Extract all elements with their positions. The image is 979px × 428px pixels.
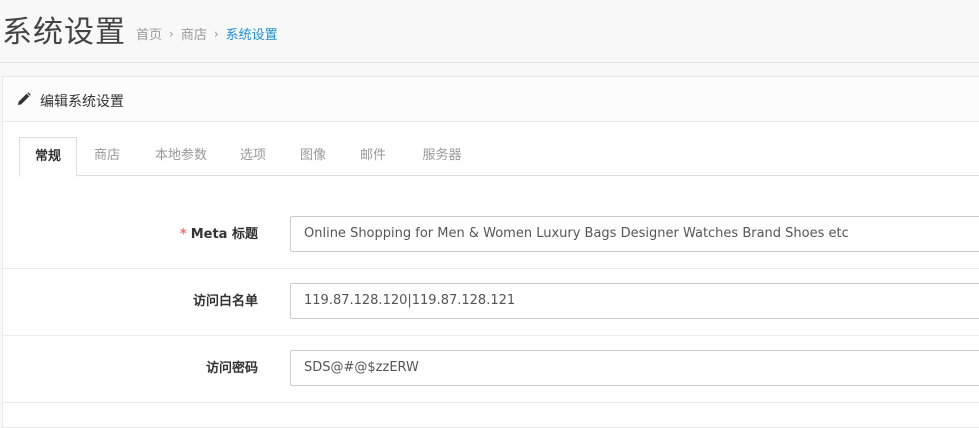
- tab-option[interactable]: 选项: [231, 137, 275, 175]
- meta-title-input[interactable]: Online Shopping for Men & Women Luxury B…: [290, 216, 979, 252]
- settings-panel: 编辑系统设置 常规 商店 本地参数 选项 图像 邮件 服务器 * Meta 标题 …: [2, 76, 979, 428]
- access-password-input[interactable]: SDS@#@$zzERW: [290, 350, 979, 386]
- breadcrumb-current-link[interactable]: 系统设置: [226, 24, 278, 43]
- page-header: 系统设置 首页 › 商店 › 系统设置: [0, 0, 979, 63]
- meta-title-label: * Meta 标题: [180, 202, 258, 268]
- tab-server[interactable]: 服务器: [413, 137, 471, 175]
- required-marker: *: [179, 227, 187, 242]
- settings-tabs: 常规 商店 本地参数 选项 图像 邮件 服务器: [19, 137, 979, 177]
- form-row-meta-title: * Meta 标题 Online Shopping for Men & Women…: [3, 202, 979, 269]
- whitelist-label: 访问白名单: [192, 294, 258, 309]
- breadcrumb-store-link[interactable]: 商店: [181, 24, 207, 43]
- breadcrumb-home-link[interactable]: 首页: [136, 24, 162, 43]
- panel-title: 编辑系统设置: [40, 94, 124, 110]
- panel-heading: 编辑系统设置: [3, 77, 979, 122]
- pencil-icon: [18, 92, 31, 105]
- tab-general[interactable]: 常规: [19, 137, 77, 177]
- whitelist-input[interactable]: 119.87.128.120|119.87.128.121: [290, 283, 979, 319]
- page-title: 系统设置: [2, 15, 126, 50]
- access-password-label: 访问密码: [205, 361, 258, 376]
- breadcrumb: 首页 › 商店 › 系统设置: [136, 24, 278, 44]
- tab-store[interactable]: 商店: [83, 137, 131, 175]
- tab-local[interactable]: 本地参数: [149, 137, 213, 175]
- breadcrumb-separator: ›: [169, 26, 174, 41]
- tab-mail[interactable]: 邮件: [351, 137, 395, 175]
- form-row-access-password: 访问密码 SDS@#@$zzERW: [3, 336, 979, 403]
- tab-image[interactable]: 图像: [291, 137, 335, 175]
- breadcrumb-separator: ›: [213, 26, 219, 41]
- form-row-whitelist: 访问白名单 119.87.128.120|119.87.128.121: [3, 269, 979, 336]
- meta-title-label-text: Meta 标题: [190, 227, 258, 242]
